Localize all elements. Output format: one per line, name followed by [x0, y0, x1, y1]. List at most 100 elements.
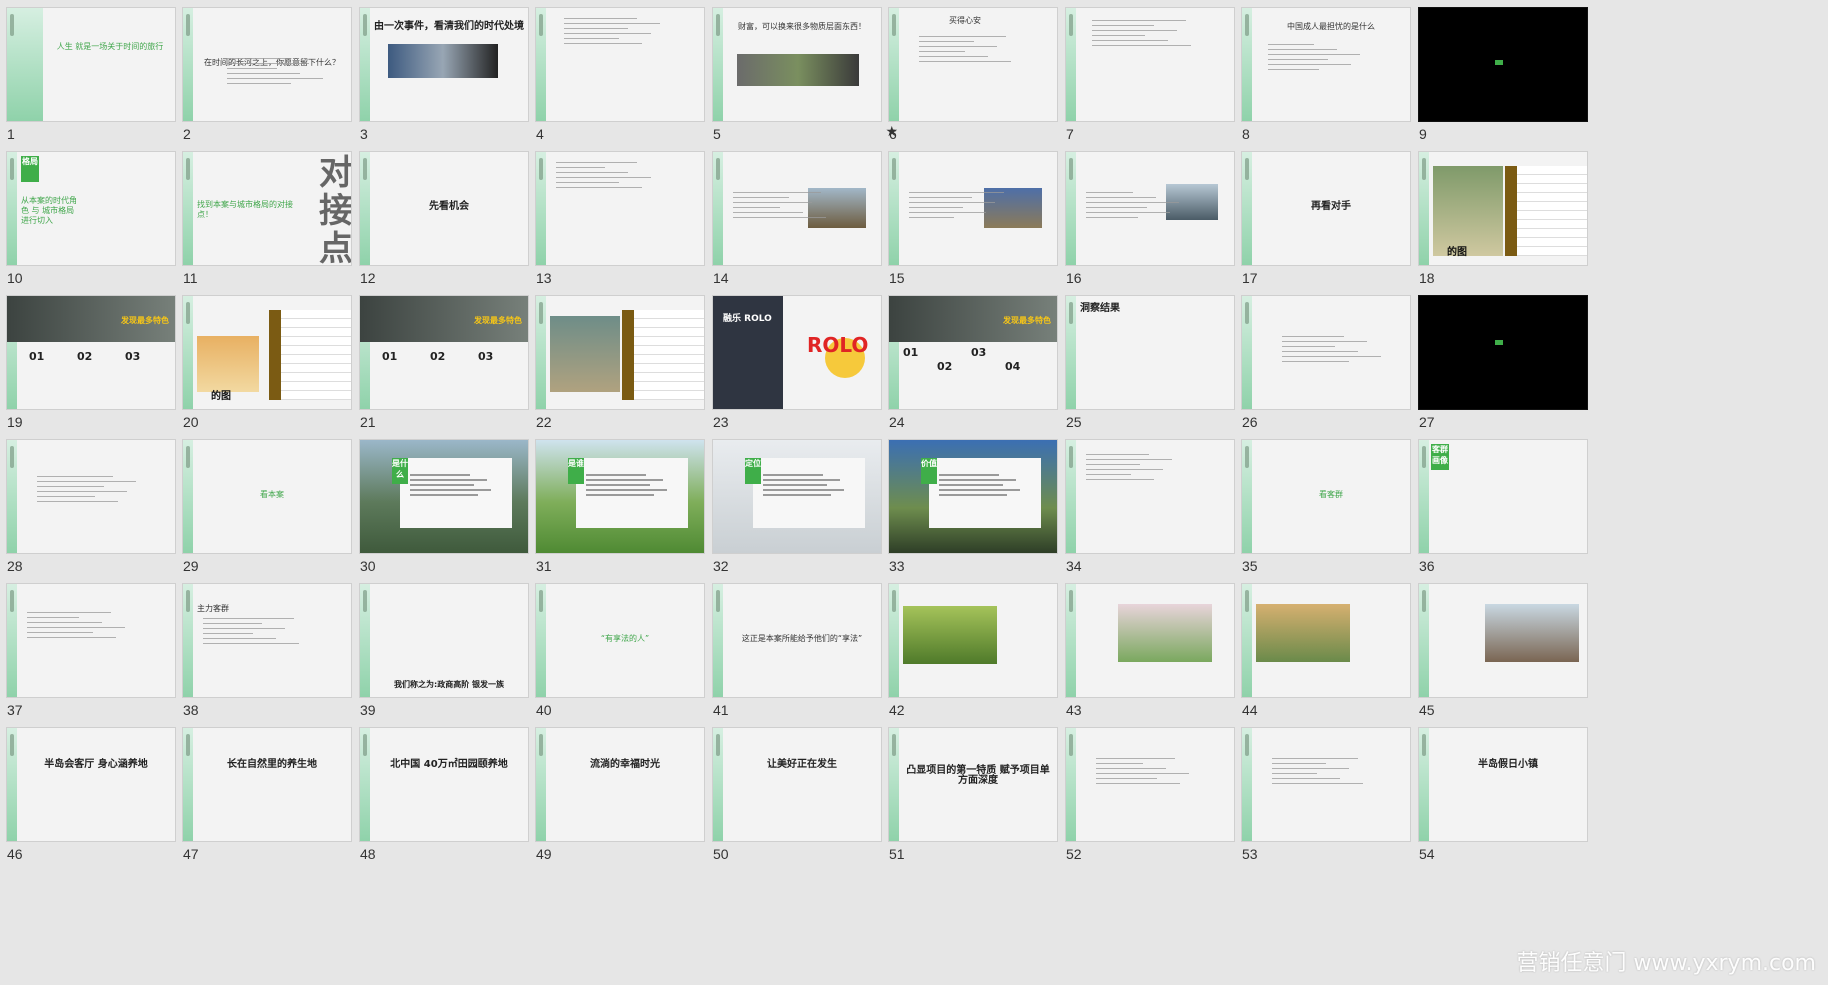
slide-preview[interactable]: 价值 — [888, 439, 1058, 554]
slide-preview[interactable]: 先看机会 — [359, 151, 529, 266]
slide-thumbnail-27[interactable]: 27 — [1412, 288, 1618, 456]
slide-preview[interactable] — [1418, 7, 1588, 122]
body-text-lines — [227, 58, 327, 88]
slide-thumbnail-53[interactable]: 53 — [1235, 720, 1441, 888]
slide-preview[interactable]: 由一次事件，看清我们的时代处境 — [359, 7, 529, 122]
slide-thumbnail-4[interactable]: 4 — [529, 0, 735, 168]
slide-thumbnail-2[interactable]: 在时间的长河之上，你愿意留下什么？ 2 — [176, 0, 382, 168]
slide-preview[interactable] — [1065, 439, 1235, 554]
slide-preview[interactable]: 让美好正在发生 — [712, 727, 882, 842]
slide-preview[interactable] — [1241, 583, 1411, 698]
slide-preview[interactable]: 在时间的长河之上，你愿意留下什么？ — [182, 7, 352, 122]
slide-thumbnail-22[interactable]: 22 — [529, 288, 735, 456]
slide-thumbnail-35[interactable]: 看客群 35 — [1235, 432, 1441, 600]
slide-preview[interactable]: 定位 — [712, 439, 882, 554]
slide-preview[interactable]: 是谁 — [535, 439, 705, 554]
slide-preview[interactable]: 01 02 03 发现最多特色 — [6, 295, 176, 410]
slide-preview[interactable] — [888, 583, 1058, 698]
slide-thumbnail-11[interactable]: 对接点 找到本案与城市格局的对接点！ 11 — [176, 144, 382, 312]
slide-preview[interactable]: 格局 从本案的时代角色 与 城市格局进行切入 — [6, 151, 176, 266]
slide-thumbnail-40[interactable]: “有享法的人” 40 — [529, 576, 735, 744]
slide-preview[interactable] — [535, 7, 705, 122]
rolo-logo: ROLO — [807, 333, 869, 357]
slide-preview[interactable]: 财富，可以换来很多物质层面东西！ — [712, 7, 882, 122]
slide-thumbnail-15[interactable]: 15 — [882, 144, 1088, 312]
slide-preview[interactable]: 客群 画像 — [1418, 439, 1588, 554]
slide-preview[interactable]: ROLO 融乐 ROLO — [712, 295, 882, 410]
slide-thumbnail-49[interactable]: 流淌的幸福时光 49 — [529, 720, 735, 888]
slide-title: 凸显项目的第一特质 赋予项目单方面深度 — [906, 765, 1050, 786]
slide-thumbnail-9[interactable]: 9 — [1412, 0, 1618, 168]
slide-preview[interactable] — [1418, 295, 1588, 410]
slide-preview[interactable]: 看本案 — [182, 439, 352, 554]
slide-number: 49 — [536, 846, 552, 862]
slide-preview[interactable]: 再看对手 — [1241, 151, 1411, 266]
slide-preview[interactable]: 半岛会客厅 身心涵养地 — [6, 727, 176, 842]
slide-preview[interactable] — [888, 151, 1058, 266]
slide-thumbnail-31[interactable]: 是谁 31 — [529, 432, 735, 600]
slide-thumbnail-24[interactable]: 01 02 03 04 发现最多特色 24 — [882, 288, 1088, 456]
slide-preview[interactable]: 北中国 40万㎡田园颐养地 — [359, 727, 529, 842]
slide-preview[interactable] — [6, 439, 176, 554]
slide-thumbnail-17[interactable]: 再看对手 17 — [1235, 144, 1441, 312]
slide-number: 40 — [536, 702, 552, 718]
slide-thumbnail-51[interactable]: 凸显项目的第一特质 赋予项目单方面深度 51 — [882, 720, 1088, 888]
text-lines — [586, 474, 676, 499]
corner-ornament — [539, 302, 543, 324]
slide-preview[interactable] — [1065, 151, 1235, 266]
slide-preview[interactable]: 主力客群 — [182, 583, 352, 698]
corner-ornament — [539, 590, 543, 612]
slide-thumbnail-36[interactable]: 客群 画像 36 — [1412, 432, 1618, 600]
slide-preview[interactable] — [1418, 583, 1588, 698]
slide-thumbnail-44[interactable]: 44 — [1235, 576, 1441, 744]
slide-thumbnail-8[interactable]: 中国成人最担忧的是什么 8 — [1235, 0, 1441, 168]
slide-preview[interactable]: 01 02 03 04 发现最多特色 — [888, 295, 1058, 410]
slide-thumbnail-33[interactable]: 价值 33 — [882, 432, 1088, 600]
slide-preview[interactable]: 洞察结果 — [1065, 295, 1235, 410]
slide-preview[interactable]: 中国成人最担忧的是什么 — [1241, 7, 1411, 122]
slide-preview[interactable]: 半岛假日小镇 — [1418, 727, 1588, 842]
slide-preview[interactable]: 看客群 — [1241, 439, 1411, 554]
slide-preview[interactable]: 凸显项目的第一特质 赋予项目单方面深度 — [888, 727, 1058, 842]
slide-preview[interactable] — [535, 295, 705, 410]
slide-thumbnail-47[interactable]: 长在自然里的养生地 47 — [176, 720, 382, 888]
slide-preview[interactable] — [1241, 295, 1411, 410]
slide-thumbnail-13[interactable]: 13 — [529, 144, 735, 312]
slide-preview[interactable] — [1065, 727, 1235, 842]
corner-ornament — [10, 158, 14, 180]
slide-preview[interactable] — [1241, 727, 1411, 842]
slide-preview[interactable] — [712, 151, 882, 266]
slide-preview[interactable]: 这正是本案所能给予他们的“享法” — [712, 583, 882, 698]
slide-title: 先看机会 — [429, 201, 469, 212]
slide-preview[interactable]: 是什么 — [359, 439, 529, 554]
body-text-lines — [37, 476, 137, 506]
slide-thumbnail-29[interactable]: 看本案 29 — [176, 432, 382, 600]
slide-preview[interactable]: 长在自然里的养生地 — [182, 727, 352, 842]
slide-preview[interactable]: “有享法的人” — [535, 583, 705, 698]
body-text-lines — [556, 162, 656, 192]
slide-preview[interactable] — [535, 151, 705, 266]
slide-preview[interactable] — [1065, 583, 1235, 698]
slide-preview[interactable]: 买得心安 — [888, 7, 1058, 122]
slide-preview[interactable] — [1065, 7, 1235, 122]
corner-ornament — [716, 734, 720, 756]
slide-preview[interactable]: 人生 就是一场关于时间的旅行 — [6, 7, 176, 122]
slide-preview[interactable]: 对接点 找到本案与城市格局的对接点！ — [182, 151, 352, 266]
slide-title: 找到本案与城市格局的对接点！ — [197, 200, 293, 219]
slide-preview[interactable] — [6, 583, 176, 698]
slide-thumbnail-42[interactable]: 42 — [882, 576, 1088, 744]
slide-thumbnail-45[interactable]: 45 — [1412, 576, 1618, 744]
slide-thumbnail-20[interactable]: 的图 20 — [176, 288, 382, 456]
slide-thumbnail-54[interactable]: 半岛假日小镇 54 — [1412, 720, 1618, 888]
slide-thumbnail-26[interactable]: 26 — [1235, 288, 1441, 456]
slide-preview[interactable]: 01 02 03 发现最多特色 — [359, 295, 529, 410]
slide-thumbnail-18[interactable]: 的图 18 — [1412, 144, 1618, 312]
slide-preview[interactable]: 我们称之为:政商高阶 银发一族 — [359, 583, 529, 698]
slide-preview[interactable]: 的图 — [1418, 151, 1588, 266]
slide-preview[interactable]: 的图 — [182, 295, 352, 410]
slide-title: 再看对手 — [1311, 201, 1351, 212]
slide-thumbnail-38[interactable]: 主力客群 38 — [176, 576, 382, 744]
slide-number: 5 — [713, 126, 721, 142]
slide-preview[interactable]: 流淌的幸福时光 — [535, 727, 705, 842]
slide-thumbnail-6[interactable]: 买得心安 6 — [882, 0, 1088, 168]
